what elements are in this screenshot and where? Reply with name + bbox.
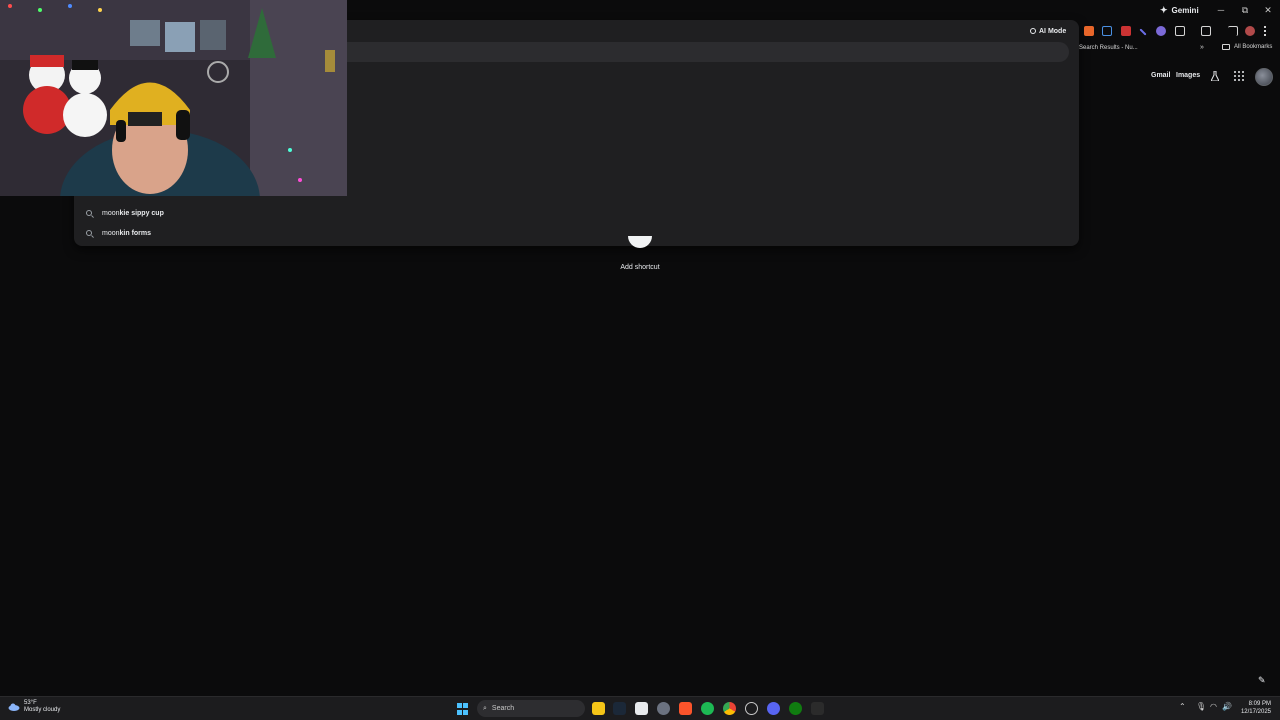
clock-date: 12/17/2025 xyxy=(1240,709,1271,715)
folder-icon xyxy=(1222,44,1230,50)
notepad-icon[interactable] xyxy=(635,702,648,715)
restore-button[interactable]: ⧉ xyxy=(1234,2,1256,18)
search-icon xyxy=(86,230,92,236)
volume-icon[interactable]: 🔊 xyxy=(1222,702,1232,711)
images-link[interactable]: Images xyxy=(1176,72,1200,79)
brave-browser-icon[interactable] xyxy=(679,702,692,715)
tray-overflow-icon[interactable]: ⌃ xyxy=(1179,702,1186,711)
obs-icon[interactable] xyxy=(745,702,758,715)
all-bookmarks-label: All Bookmarks xyxy=(1234,44,1273,50)
webcam-overlay xyxy=(0,0,347,196)
audio-extension-icon[interactable] xyxy=(1102,26,1112,36)
search-icon: ⌕ xyxy=(483,704,487,712)
gmail-link[interactable]: Gmail xyxy=(1151,72,1170,79)
close-button[interactable]: ✕ xyxy=(1257,2,1279,18)
leaf-extension-icon[interactable] xyxy=(1156,26,1166,36)
omnibox-suggestion[interactable]: moonkin forms xyxy=(86,224,486,242)
gemini-sparkle-icon: ✦ xyxy=(1160,4,1168,15)
add-shortcut-label[interactable]: Add shortcut xyxy=(600,264,680,271)
gemini-button[interactable]: ✦ Gemini xyxy=(1160,3,1199,17)
file-explorer-icon[interactable] xyxy=(592,702,605,715)
wifi-icon[interactable]: ◠ xyxy=(1210,702,1217,711)
ai-mode-label: AI Mode xyxy=(1039,27,1067,35)
discord-icon[interactable] xyxy=(767,702,780,715)
media-cast-icon[interactable] xyxy=(1228,26,1238,36)
ai-mode-search-icon xyxy=(1030,28,1036,34)
taskbar-clock[interactable]: 8:09 PM 12/17/2025 xyxy=(1237,700,1271,716)
puzzle-extensions-icon[interactable] xyxy=(1175,26,1185,36)
search-icon xyxy=(86,210,92,216)
steam-icon[interactable] xyxy=(613,702,626,715)
weather-widget[interactable]: 53°F Mostly cloudy xyxy=(8,700,60,714)
gemini-label: Gemini xyxy=(1171,5,1199,15)
google-apps-icon[interactable] xyxy=(1234,71,1244,81)
add-shortcut-icon[interactable] xyxy=(628,236,652,248)
screen: ✦ Gemini ─ ⧉ ✕ moonkie sippy cup moonkin… xyxy=(0,0,1280,720)
fox-extension-icon[interactable] xyxy=(1084,26,1094,36)
cloud-icon xyxy=(8,703,20,711)
windows-taskbar: 53°F Mostly cloudy ⌕ Search ⌃ 🎙 ◠ 🔊 8:09… xyxy=(0,696,1280,720)
start-button-icon[interactable] xyxy=(457,703,469,715)
taskbar-search-placeholder: Search xyxy=(491,705,515,712)
pen-extension-icon[interactable] xyxy=(1139,28,1147,36)
minimize-button[interactable]: ─ xyxy=(1210,2,1232,18)
suggestion-text: moonkin forms xyxy=(102,229,152,237)
spotify-icon[interactable] xyxy=(701,702,714,715)
labs-flask-icon[interactable] xyxy=(1211,71,1219,81)
weather-desc: Mostly cloudy xyxy=(24,707,61,713)
all-bookmarks-button[interactable]: All Bookmarks xyxy=(1222,44,1272,50)
account-avatar[interactable] xyxy=(1255,68,1273,86)
xbox-icon[interactable] xyxy=(789,702,802,715)
chrome-icon[interactable] xyxy=(723,702,736,715)
suggestion-text: moonkie sippy cup xyxy=(102,209,164,217)
bookmark-item[interactable]: Search Results - Nu... xyxy=(1079,45,1138,51)
webcam-image xyxy=(0,0,347,196)
ai-mode-button[interactable]: AI Mode xyxy=(1030,24,1066,38)
settings-gear-icon[interactable] xyxy=(657,702,670,715)
profile-icon[interactable] xyxy=(1245,26,1255,36)
weather-temp: 53°F xyxy=(24,700,37,706)
taskbar-search[interactable]: ⌕ Search xyxy=(477,700,585,717)
tab-search-icon[interactable] xyxy=(1201,26,1211,36)
customize-pencil-icon[interactable]: ✎ xyxy=(1258,675,1266,686)
bookmarks-overflow-icon[interactable]: » xyxy=(1200,44,1204,51)
clock-time: 8:09 PM xyxy=(1248,701,1271,707)
more-menu-icon[interactable] xyxy=(1264,26,1269,36)
shield-extension-icon[interactable] xyxy=(1121,26,1131,36)
microphone-icon[interactable]: 🎙 xyxy=(1196,702,1206,711)
omnibox-suggestion[interactable]: moonkie sippy cup xyxy=(86,204,486,222)
terminal-icon[interactable] xyxy=(811,702,824,715)
